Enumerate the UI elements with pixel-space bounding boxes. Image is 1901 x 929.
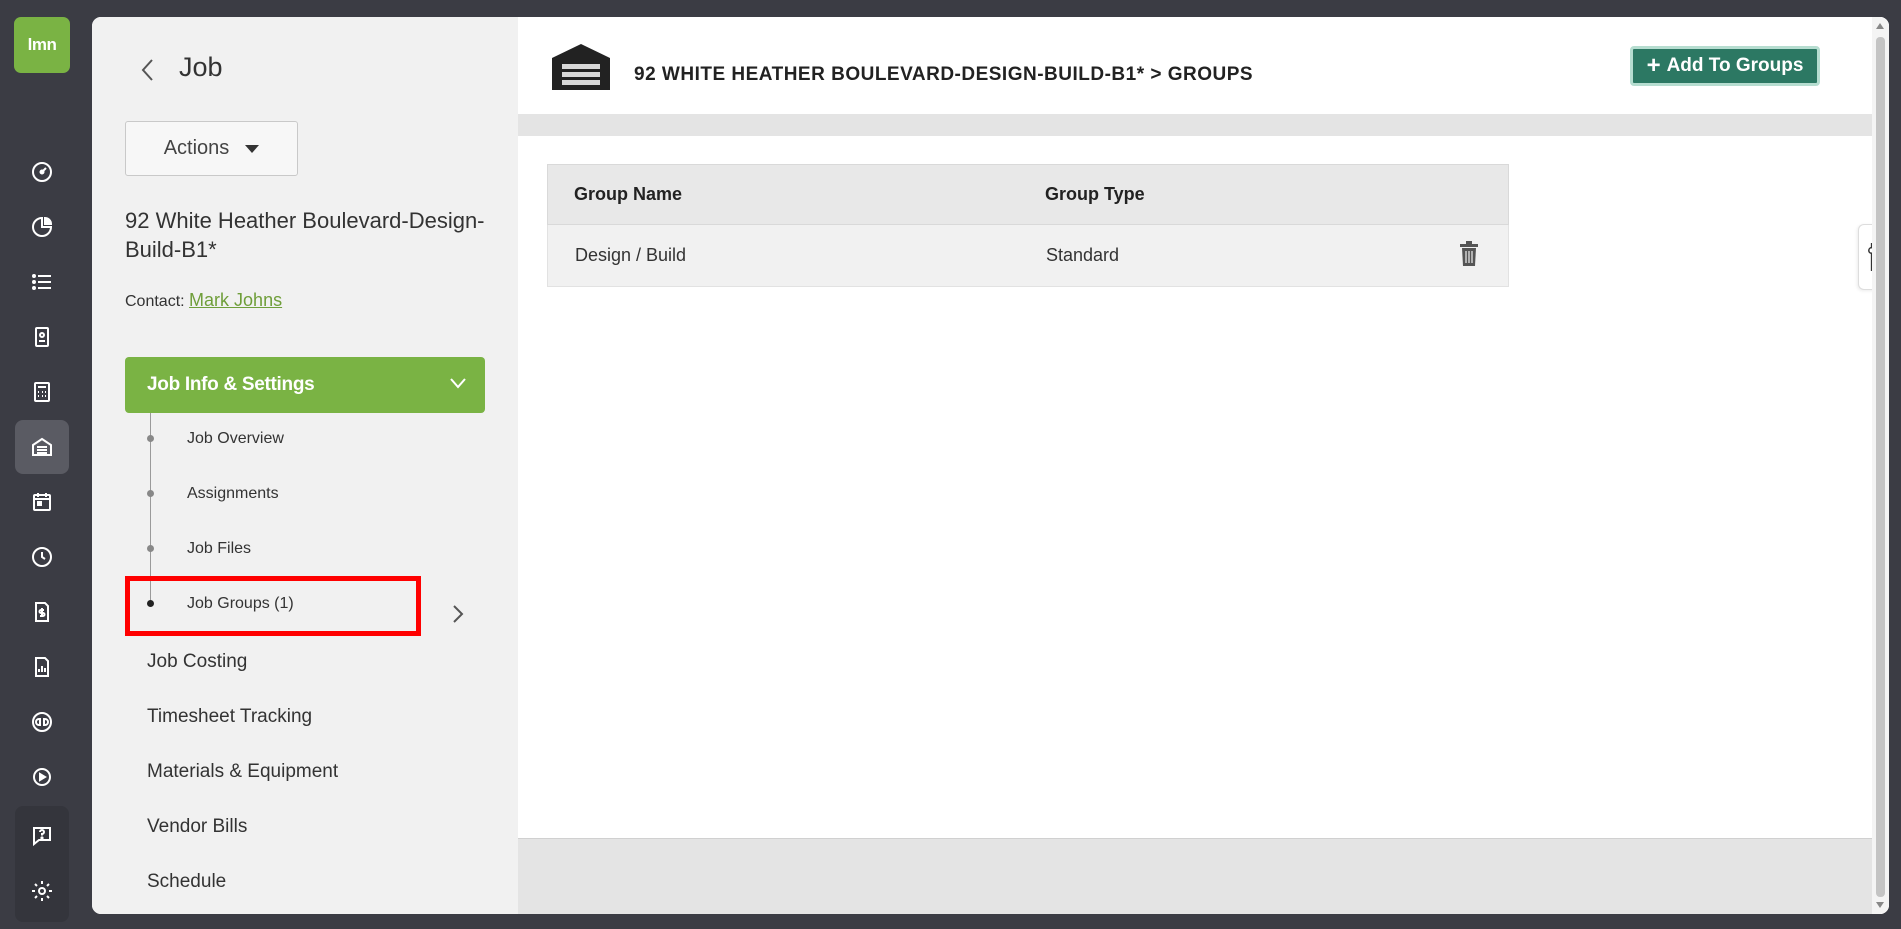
chevron-right-icon	[453, 605, 464, 623]
contact-row: Contact: Mark Johns	[125, 290, 282, 311]
nav-job-costing[interactable]: Job Costing	[147, 651, 247, 673]
trash-icon[interactable]	[1458, 241, 1480, 267]
sub-item-job-overview[interactable]: Job Overview	[187, 430, 284, 448]
tree-dot	[147, 490, 154, 497]
main-window: Job Actions 92 White Heather Boulevard-D…	[92, 17, 1889, 914]
plus-icon: +	[1646, 52, 1661, 79]
cell-group-type: Standard	[1046, 245, 1120, 265]
cell-group-name: Design / Build	[575, 245, 687, 265]
content-area: 92 WHITE HEATHER BOULEVARD-DESIGN-BUILD-…	[518, 17, 1889, 914]
scroll-up-icon[interactable]	[1876, 23, 1884, 29]
toolbar-divider	[518, 114, 1872, 136]
help-icon[interactable]	[15, 809, 69, 863]
sub-item-job-files[interactable]: Job Files	[187, 540, 251, 558]
groups-table: Group Name Group Type Design / Build Sta…	[547, 164, 1509, 287]
report-chart-icon[interactable]	[15, 640, 69, 694]
add-to-groups-label: Add To Groups	[1666, 55, 1804, 76]
caret-down-icon	[245, 144, 260, 153]
nav-materials-equipment[interactable]: Materials & Equipment	[147, 761, 338, 783]
contact-link[interactable]: Mark Johns	[189, 290, 282, 310]
tree-dot	[147, 435, 154, 442]
header-group-type[interactable]: Group Type	[1045, 184, 1145, 205]
contact-card-icon[interactable]	[15, 310, 69, 364]
actions-label: Actions	[163, 137, 230, 159]
play-circle-icon[interactable]	[15, 750, 69, 804]
settings-gear-icon[interactable]	[15, 864, 69, 918]
nav-schedule[interactable]: Schedule	[147, 871, 226, 893]
highlight-box	[125, 576, 421, 636]
jobs-building-icon[interactable]	[15, 420, 69, 474]
calendar-icon[interactable]	[15, 475, 69, 529]
table-row: Design / Build Standard	[547, 225, 1509, 287]
nav-vendor-bills[interactable]: Vendor Bills	[147, 816, 247, 838]
section-label: Job Info & Settings	[147, 374, 315, 395]
clock-icon[interactable]	[15, 530, 69, 584]
rail-bottom-group	[15, 806, 69, 922]
contact-label: Contact:	[125, 293, 185, 310]
lmn-logo[interactable]: lmn	[14, 17, 70, 73]
calculator-icon[interactable]	[15, 365, 69, 419]
add-to-groups-button[interactable]: + Add To Groups	[1630, 46, 1820, 86]
back-chevron-icon[interactable]	[138, 55, 158, 85]
header-group-name[interactable]: Group Name	[574, 184, 682, 205]
job-name: 92 White Heather Boulevard-Design-Build-…	[125, 208, 485, 262]
logo-text: lmn	[27, 35, 57, 54]
jobs-building-icon	[552, 44, 610, 90]
table-header: Group Name Group Type	[547, 164, 1509, 225]
quickbooks-icon[interactable]	[15, 695, 69, 749]
section-job-info-settings[interactable]: Job Info & Settings	[125, 357, 485, 413]
page-title: Job	[179, 52, 223, 82]
scroll-thumb[interactable]	[1876, 37, 1885, 897]
breadcrumb: 92 WHITE HEATHER BOULEVARD-DESIGN-BUILD-…	[634, 64, 1254, 85]
chevron-down-icon	[450, 378, 466, 389]
tree-dot	[147, 545, 154, 552]
sub-item-assignments[interactable]: Assignments	[187, 485, 279, 503]
actions-dropdown[interactable]: Actions	[125, 121, 298, 176]
job-side-panel: Job Actions 92 White Heather Boulevard-D…	[92, 17, 518, 914]
invoice-dollar-icon[interactable]	[15, 585, 69, 639]
nav-timesheet-tracking[interactable]: Timesheet Tracking	[147, 706, 312, 728]
scroll-down-icon[interactable]	[1876, 902, 1884, 908]
vertical-scrollbar[interactable]	[1872, 17, 1889, 914]
pie-chart-icon[interactable]	[15, 200, 69, 254]
app-rail: lmn	[0, 0, 85, 929]
dashboard-gauge-icon[interactable]	[15, 145, 69, 199]
footer-bar	[518, 838, 1872, 914]
list-icon[interactable]	[15, 255, 69, 309]
